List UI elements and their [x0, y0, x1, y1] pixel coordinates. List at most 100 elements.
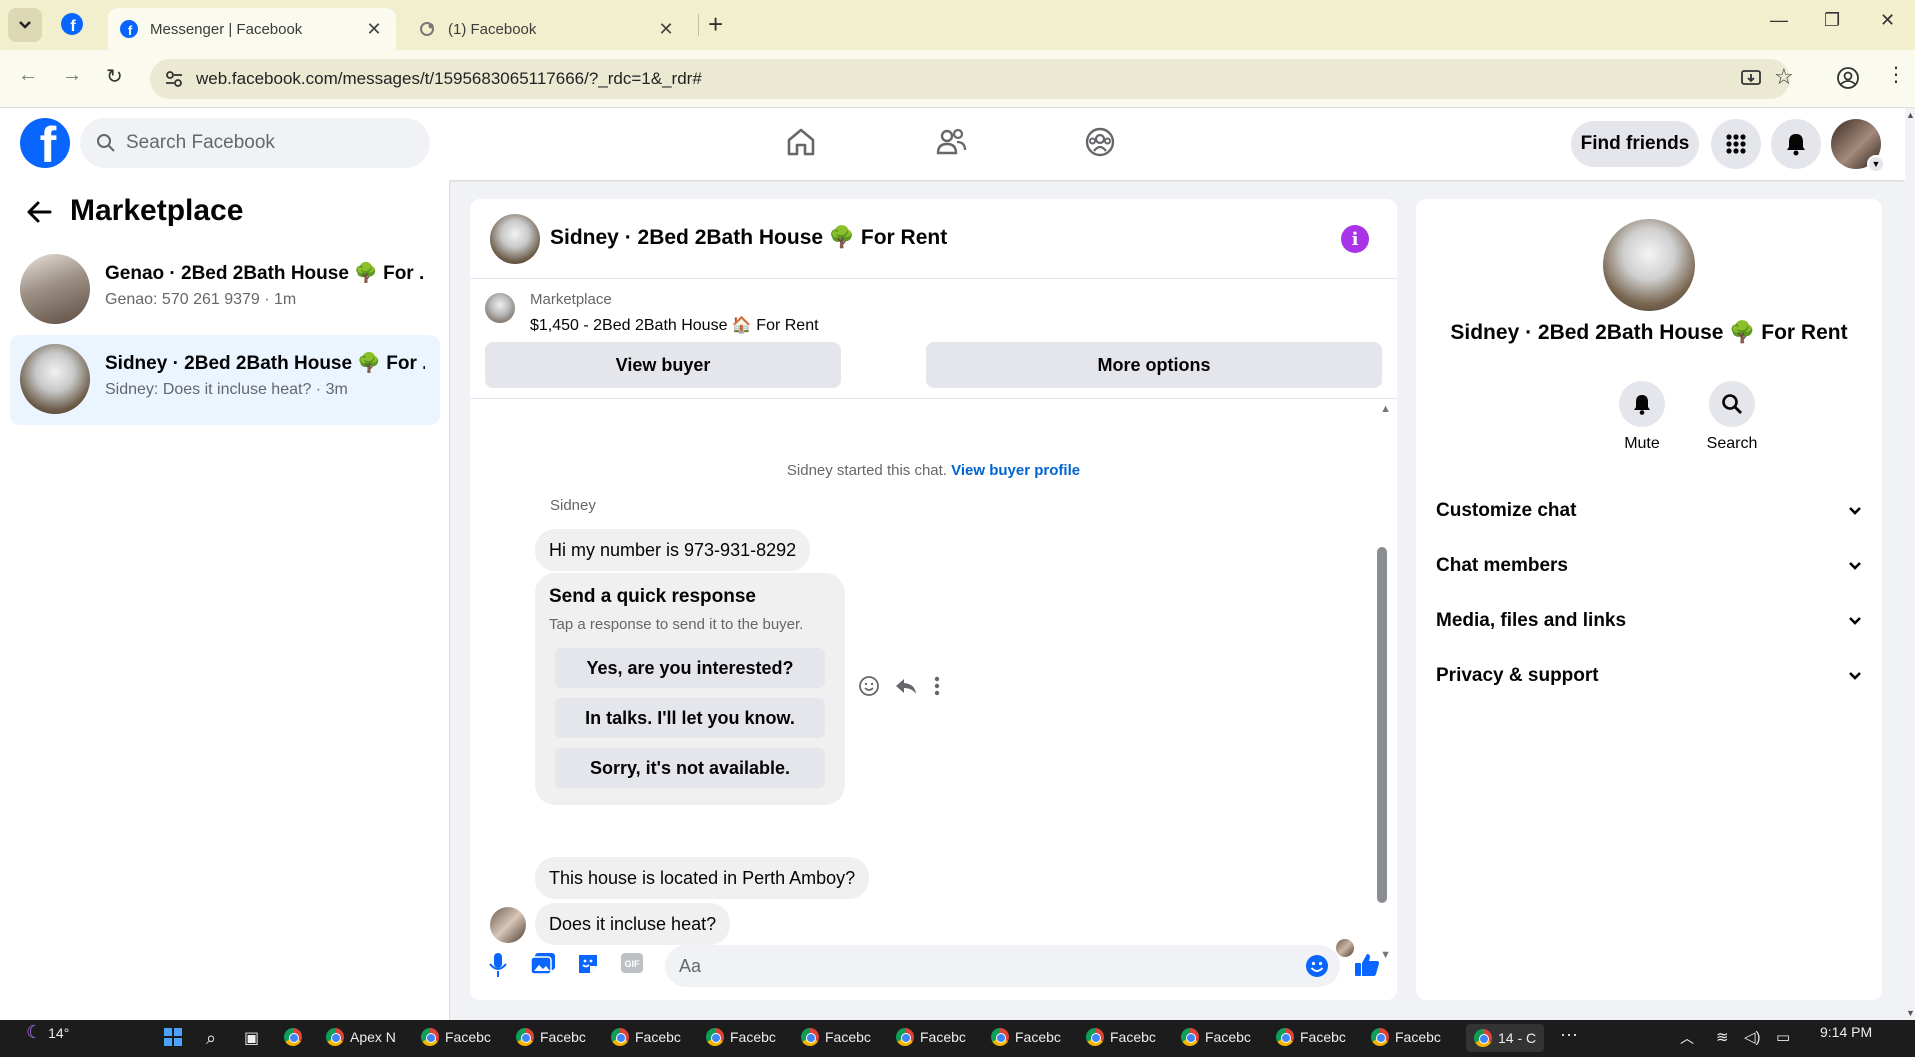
- url-bar[interactable]: web.facebook.com/messages/t/159568306511…: [150, 59, 1794, 99]
- browser-menu-icon[interactable]: ⋮: [1886, 62, 1906, 87]
- taskbar-window-label: Facebc: [1205, 1029, 1251, 1045]
- chat-members-section[interactable]: Chat members: [1436, 543, 1862, 588]
- taskbar-overflow-icon[interactable]: ···: [1560, 1024, 1578, 1045]
- tab-close-icon[interactable]: ✕: [364, 19, 384, 40]
- taskbar-window[interactable]: Facebc: [1086, 1028, 1156, 1046]
- message-input[interactable]: Aa: [665, 945, 1340, 987]
- chat-info-panel: Sidney · 2Bed 2Bath House 🌳 For Rent Mut…: [1416, 199, 1882, 1000]
- taskbar-window-active[interactable]: 14 - C: [1466, 1024, 1545, 1052]
- quick-response-option[interactable]: Yes, are you interested?: [555, 648, 825, 688]
- taskbar-window[interactable]: Facebc: [801, 1028, 871, 1046]
- taskbar-chrome[interactable]: [284, 1028, 302, 1046]
- chrome-icon: [1371, 1028, 1389, 1046]
- svg-text:GIF: GIF: [625, 959, 641, 969]
- weather-widget[interactable]: ☾ 14°: [26, 1022, 69, 1043]
- task-view-icon[interactable]: ▣: [244, 1028, 259, 1048]
- taskbar-window[interactable]: Facebc: [611, 1028, 681, 1046]
- install-app-icon[interactable]: [1740, 69, 1762, 89]
- more-options-button[interactable]: More options: [926, 342, 1382, 388]
- taskbar-window-label: Facebc: [730, 1029, 776, 1045]
- sticker-icon[interactable]: [576, 952, 600, 976]
- profile-icon[interactable]: [1836, 66, 1860, 90]
- emoji-icon[interactable]: [1305, 954, 1329, 978]
- find-friends-button[interactable]: Find friends: [1571, 121, 1699, 167]
- thumbs-up-icon[interactable]: [1354, 952, 1380, 978]
- tab-close-icon[interactable]: ✕: [656, 19, 676, 40]
- restore-icon[interactable]: ❐: [1824, 10, 1840, 31]
- minimize-icon[interactable]: —: [1770, 10, 1788, 31]
- taskbar-window[interactable]: Facebc: [1371, 1028, 1441, 1046]
- taskbar-window[interactable]: Facebc: [516, 1028, 586, 1046]
- start-button[interactable]: [164, 1028, 182, 1046]
- react-emoji-icon[interactable]: [858, 675, 880, 697]
- chat-avatar[interactable]: [490, 214, 540, 264]
- back-arrow-icon[interactable]: [26, 200, 52, 224]
- back-icon[interactable]: ←: [18, 64, 38, 87]
- groups-icon[interactable]: [1084, 126, 1116, 158]
- gif-icon[interactable]: GIF: [620, 952, 644, 974]
- window-close-icon[interactable]: ✕: [1880, 10, 1895, 31]
- taskbar-window[interactable]: Facebc: [1181, 1028, 1251, 1046]
- message-bubble[interactable]: This house is located in Perth Amboy?: [535, 857, 870, 899]
- new-tab-icon[interactable]: +: [708, 10, 723, 38]
- friends-icon[interactable]: [935, 126, 967, 158]
- notifications-button[interactable]: [1771, 119, 1821, 169]
- taskbar-window[interactable]: Facebc: [421, 1028, 491, 1046]
- taskbar-window[interactable]: Apex N: [326, 1028, 396, 1046]
- quick-response-option[interactable]: In talks. I'll let you know.: [555, 698, 825, 738]
- photo-icon[interactable]: [530, 952, 556, 976]
- taskbar-window-label: 14 - C: [1498, 1030, 1537, 1046]
- facebook-pinned-tab-icon[interactable]: f: [60, 12, 84, 36]
- taskbar-search-icon[interactable]: ⌕: [206, 1028, 216, 1049]
- wifi-icon[interactable]: ≋: [1716, 1028, 1729, 1046]
- view-buyer-profile-link[interactable]: View buyer profile: [951, 462, 1080, 479]
- taskbar-window-label: Facebc: [825, 1029, 871, 1045]
- tray-chevron-up-icon[interactable]: ︿: [1680, 1028, 1694, 1048]
- loading-favicon-icon: [420, 22, 434, 36]
- quick-response-option[interactable]: Sorry, it's not available.: [555, 748, 825, 788]
- facebook-logo-icon[interactable]: f: [20, 118, 70, 168]
- tab-facebook[interactable]: (1) Facebook ✕: [406, 8, 688, 50]
- taskbar-window[interactable]: Facebc: [896, 1028, 966, 1046]
- taskbar-window[interactable]: Facebc: [991, 1028, 1061, 1046]
- profile-name: Sidney · 2Bed 2Bath House 🌳 For Rent: [1450, 321, 1848, 344]
- section-label: Media, files and links: [1436, 609, 1627, 631]
- microphone-icon[interactable]: [488, 952, 508, 978]
- chat-title[interactable]: Sidney · 2Bed 2Bath House 🌳 For Rent: [550, 226, 947, 250]
- search-in-chat-button[interactable]: Search: [1692, 381, 1772, 453]
- site-settings-icon[interactable]: [164, 69, 184, 89]
- taskbar-window[interactable]: Facebc: [706, 1028, 776, 1046]
- grid-icon: [1726, 134, 1746, 154]
- profile-avatar[interactable]: [1603, 219, 1695, 311]
- conversation-item[interactable]: Genao · 2Bed 2Bath House 🌳 For ... Genao…: [10, 245, 440, 335]
- tab-messenger[interactable]: f Messenger | Facebook ✕: [108, 8, 396, 50]
- search-input[interactable]: Search Facebook: [80, 118, 430, 168]
- home-icon[interactable]: [785, 126, 817, 158]
- account-avatar[interactable]: ▼: [1831, 119, 1885, 173]
- volume-icon[interactable]: ◁): [1744, 1028, 1761, 1046]
- customize-chat-section[interactable]: Customize chat: [1436, 488, 1862, 533]
- menu-grid-button[interactable]: [1711, 119, 1761, 169]
- listing-price[interactable]: $1,450 - 2Bed 2Bath House 🏠 For Rent: [530, 315, 819, 335]
- message-scrollbar[interactable]: [1377, 547, 1387, 903]
- bell-icon: [1634, 395, 1650, 415]
- privacy-support-section[interactable]: Privacy & support: [1436, 653, 1862, 698]
- scroll-up-icon[interactable]: ▲: [1380, 403, 1391, 415]
- page-scrollbar[interactable]: ▲ ▼: [1905, 108, 1915, 1020]
- tab-search-dropdown[interactable]: [8, 8, 42, 42]
- taskbar-window[interactable]: Facebc: [1276, 1028, 1346, 1046]
- info-icon[interactable]: i: [1341, 225, 1369, 253]
- reload-icon[interactable]: ↻: [106, 64, 123, 89]
- battery-icon[interactable]: ▭: [1776, 1028, 1790, 1046]
- reply-icon[interactable]: [894, 676, 918, 696]
- media-files-links-section[interactable]: Media, files and links: [1436, 598, 1862, 643]
- mute-button[interactable]: Mute: [1602, 381, 1682, 453]
- view-buyer-button[interactable]: View buyer: [485, 342, 841, 388]
- conversation-item-selected[interactable]: Sidney · 2Bed 2Bath House 🌳 For ... Sidn…: [10, 335, 440, 425]
- message-bubble[interactable]: Hi my number is 973-931-8292: [535, 529, 811, 571]
- search-icon: [97, 134, 115, 152]
- bookmark-star-icon[interactable]: ☆: [1774, 64, 1794, 90]
- more-vertical-icon[interactable]: [932, 675, 942, 697]
- forward-icon[interactable]: →: [62, 64, 82, 87]
- clock[interactable]: 9:14 PM: [1820, 1024, 1872, 1040]
